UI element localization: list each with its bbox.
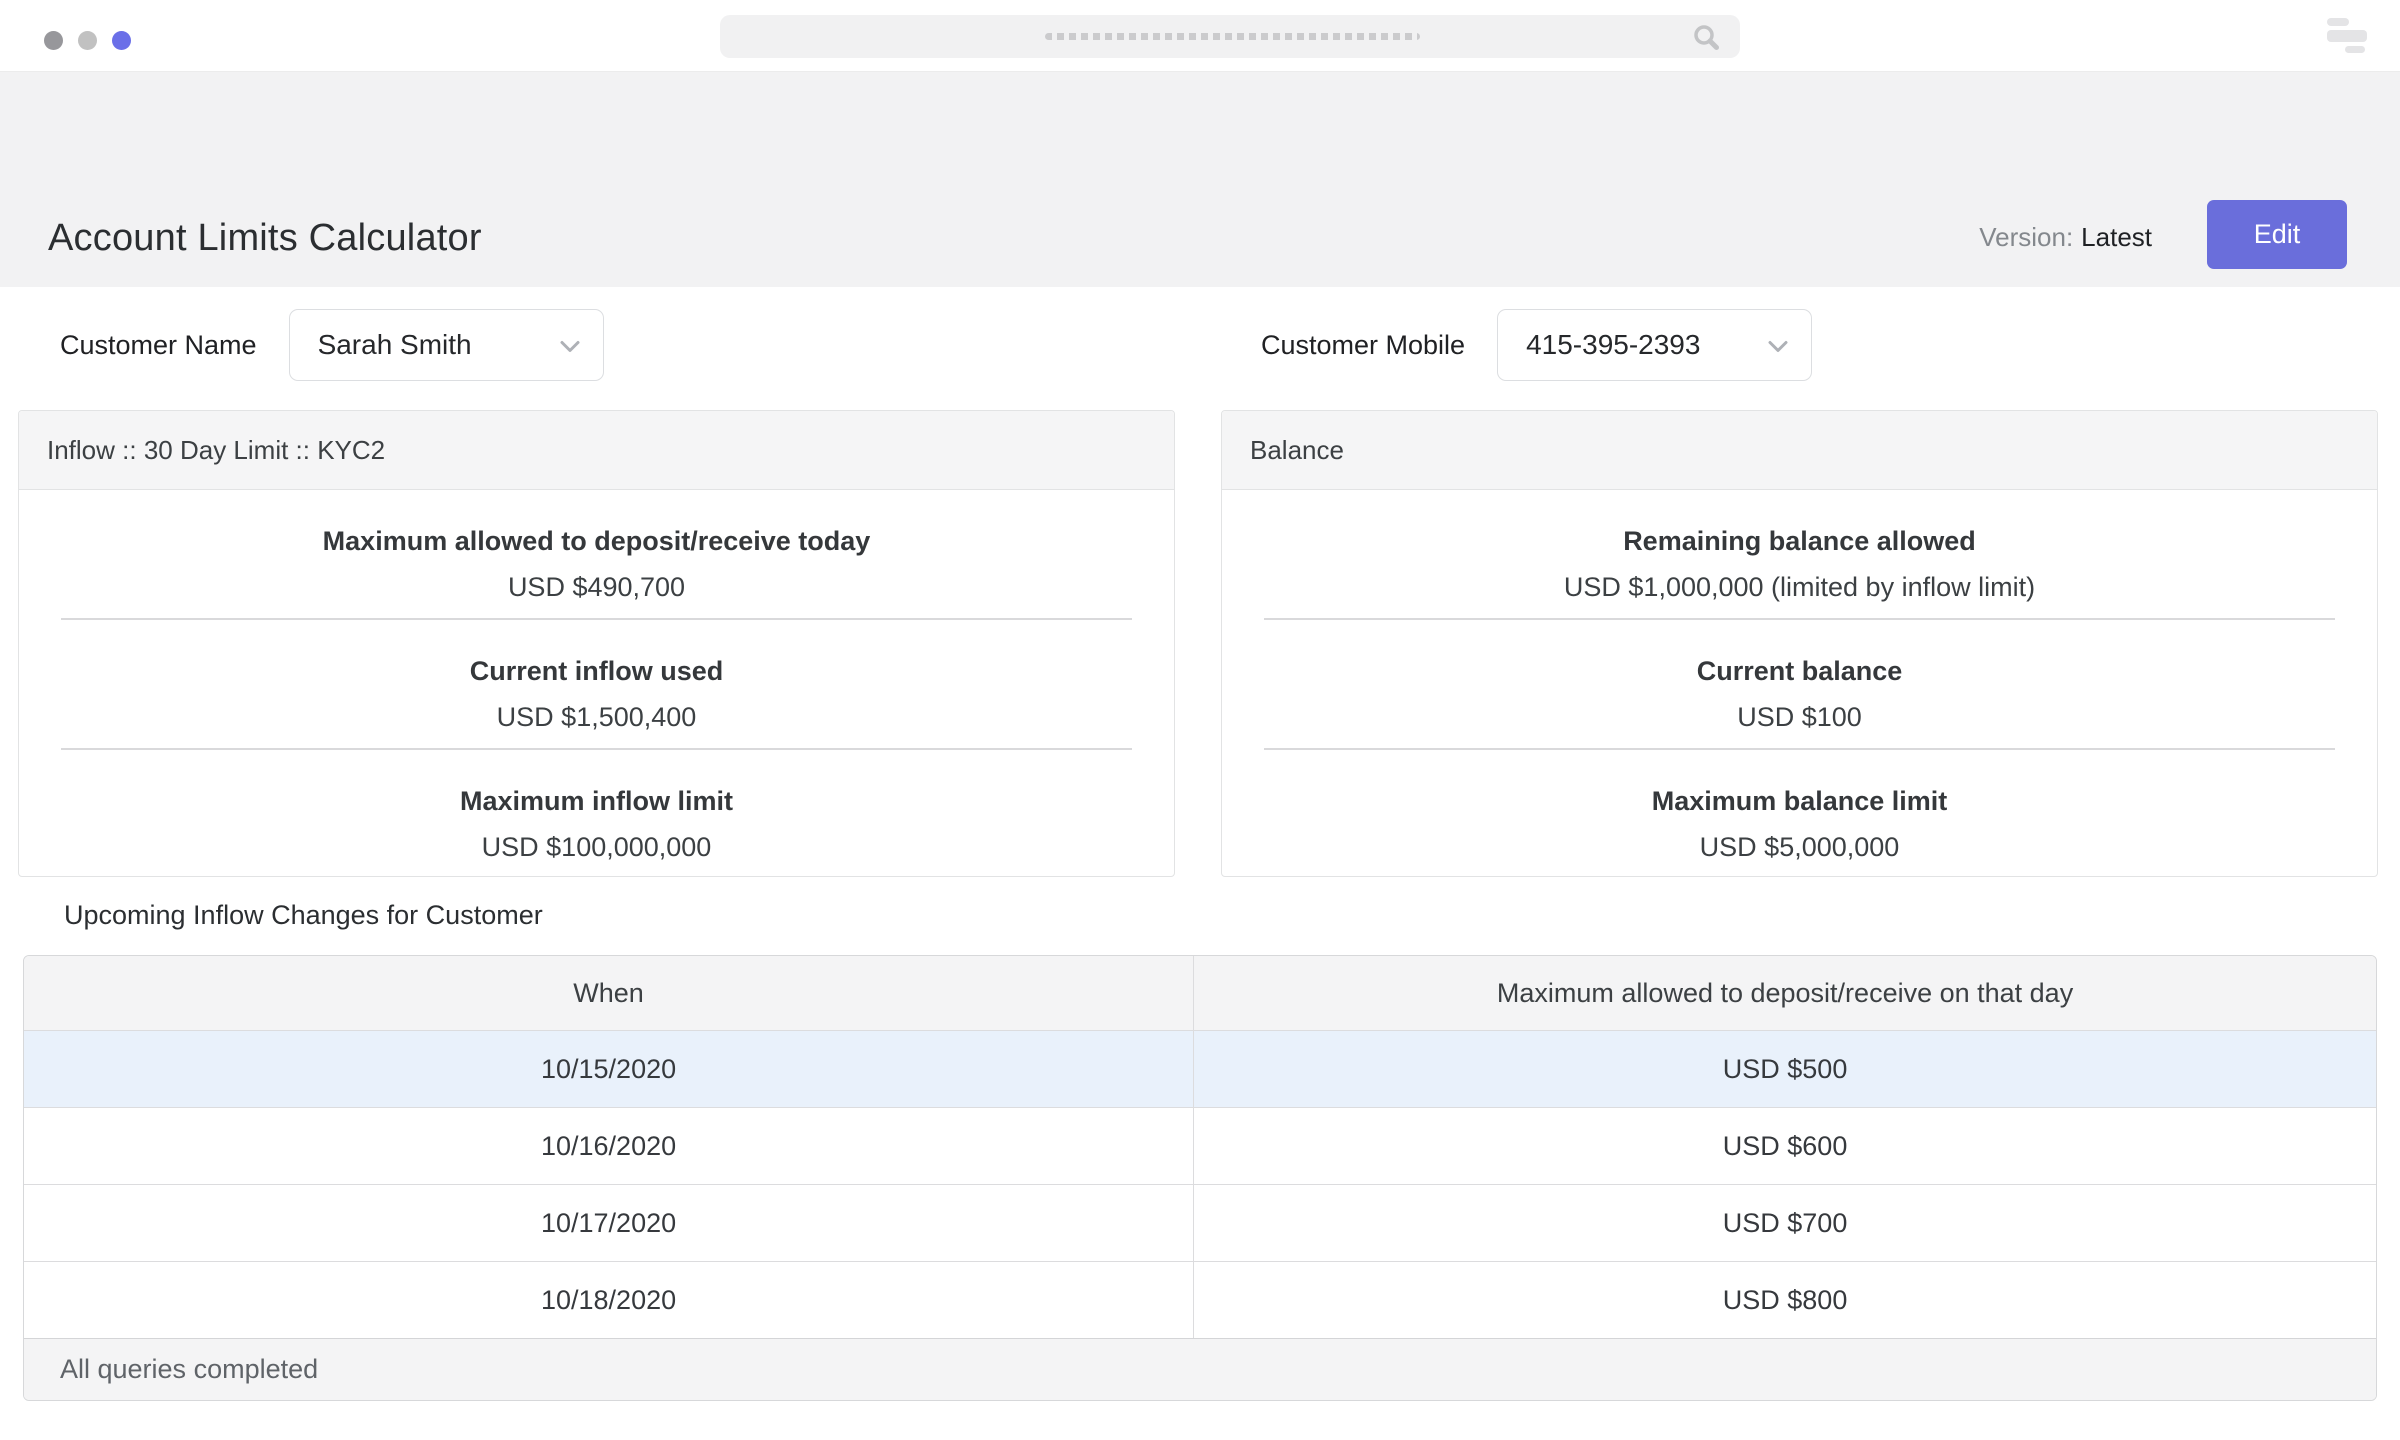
customer-mobile-field: Customer Mobile 415-395-2393: [1261, 309, 1812, 381]
menu-bar: [2327, 18, 2349, 26]
inflow-panel-title: Inflow :: 30 Day Limit :: KYC2: [19, 411, 1174, 490]
version-value: Latest: [2081, 222, 2152, 252]
panel-section: Maximum allowed to deposit/receive today…: [19, 490, 1174, 618]
search-placeholder-line: [1045, 33, 1420, 40]
customer-name-field: Customer Name Sarah Smith: [60, 309, 604, 381]
table-row[interactable]: 10/15/2020 USD $500: [24, 1030, 2376, 1107]
table-row[interactable]: 10/18/2020 USD $800: [24, 1261, 2376, 1338]
customer-mobile-select[interactable]: 415-395-2393: [1497, 309, 1812, 381]
section-value: USD $1,000,000 (limited by inflow limit): [1222, 572, 2377, 603]
cell-when: 10/15/2020: [24, 1031, 1194, 1107]
menu-bar: [2345, 46, 2365, 53]
customer-name-select[interactable]: Sarah Smith: [289, 309, 604, 381]
chevron-down-icon: [559, 340, 581, 359]
table-row[interactable]: 10/16/2020 USD $600: [24, 1107, 2376, 1184]
inflow-panel: Inflow :: 30 Day Limit :: KYC2 Maximum a…: [18, 410, 1175, 877]
section-label: Maximum balance limit: [1222, 786, 2377, 817]
table-header-row: When Maximum allowed to deposit/receive …: [24, 956, 2376, 1030]
section-value: USD $100,000,000: [19, 832, 1174, 863]
section-value: USD $1,500,400: [19, 702, 1174, 733]
panel-section: Maximum balance limit USD $5,000,000: [1222, 750, 2377, 878]
section-value: USD $100: [1222, 702, 2377, 733]
window-dot-active-icon[interactable]: [112, 31, 131, 50]
section-label: Current balance: [1222, 656, 2377, 687]
table-row[interactable]: 10/17/2020 USD $700: [24, 1184, 2376, 1261]
table-status-footer: All queries completed: [24, 1338, 2376, 1400]
cell-max: USD $800: [1194, 1262, 2376, 1338]
window-dot-icon[interactable]: [78, 31, 97, 50]
customer-name-value: Sarah Smith: [318, 329, 472, 361]
customer-name-label: Customer Name: [60, 330, 257, 361]
section-value: USD $5,000,000: [1222, 832, 2377, 863]
customer-mobile-value: 415-395-2393: [1526, 329, 1700, 361]
panel-section: Remaining balance allowed USD $1,000,000…: [1222, 490, 2377, 618]
balance-panel-title: Balance: [1222, 411, 2377, 490]
balance-panel: Balance Remaining balance allowed USD $1…: [1221, 410, 2378, 877]
app-header: Account Limits Calculator Version: Latest…: [0, 72, 2400, 287]
column-header-max: Maximum allowed to deposit/receive on th…: [1194, 956, 2376, 1030]
search-icon[interactable]: [1692, 23, 1720, 56]
section-label: Remaining balance allowed: [1222, 526, 2377, 557]
panel-section: Current balance USD $100: [1222, 620, 2377, 748]
menu-bar: [2327, 30, 2367, 42]
content-card: Customer Name Sarah Smith Customer Mobil…: [0, 287, 2400, 1440]
section-label: Maximum allowed to deposit/receive today: [19, 526, 1174, 557]
window-dot-icon[interactable]: [44, 31, 63, 50]
customer-mobile-label: Customer Mobile: [1261, 330, 1465, 361]
version-label: Version:: [1979, 222, 2073, 252]
chevron-down-icon: [1767, 340, 1789, 359]
cell-when: 10/17/2020: [24, 1185, 1194, 1261]
edit-button[interactable]: Edit: [2207, 200, 2347, 269]
page-title: Account Limits Calculator: [48, 217, 482, 260]
section-label: Current inflow used: [19, 656, 1174, 687]
panel-section: Current inflow used USD $1,500,400: [19, 620, 1174, 748]
upcoming-changes-table: When Maximum allowed to deposit/receive …: [23, 955, 2377, 1401]
cell-max: USD $700: [1194, 1185, 2376, 1261]
panel-section: Maximum inflow limit USD $100,000,000: [19, 750, 1174, 878]
cell-max: USD $600: [1194, 1108, 2376, 1184]
window-controls: [44, 31, 131, 50]
customer-selector-row: Customer Name Sarah Smith Customer Mobil…: [0, 309, 2400, 381]
browser-chrome: [0, 0, 2400, 72]
version-info: Version: Latest: [1979, 222, 2152, 253]
cell-when: 10/16/2020: [24, 1108, 1194, 1184]
search-input[interactable]: [720, 15, 1740, 58]
limit-panels: Inflow :: 30 Day Limit :: KYC2 Maximum a…: [18, 410, 2378, 877]
cell-when: 10/18/2020: [24, 1262, 1194, 1338]
cell-max: USD $500: [1194, 1031, 2376, 1107]
upcoming-changes-heading: Upcoming Inflow Changes for Customer: [64, 900, 543, 931]
section-label: Maximum inflow limit: [19, 786, 1174, 817]
menu-icon[interactable]: [2327, 18, 2367, 55]
column-header-when: When: [24, 956, 1194, 1030]
section-value: USD $490,700: [19, 572, 1174, 603]
